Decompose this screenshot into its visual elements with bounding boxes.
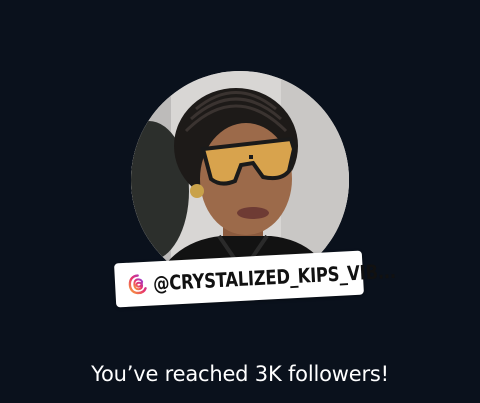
threads-icon [127,273,150,296]
profile-username: @CRYSTALIZED_KIPS_VIB... [152,258,397,296]
username-sticker: @CRYSTALIZED_KIPS_VIB... [114,250,396,308]
milestone-message: You’ve reached 3K followers! [91,362,389,386]
milestone-screen: @CRYSTALIZED_KIPS_VIB... You’ve reached … [0,0,480,403]
